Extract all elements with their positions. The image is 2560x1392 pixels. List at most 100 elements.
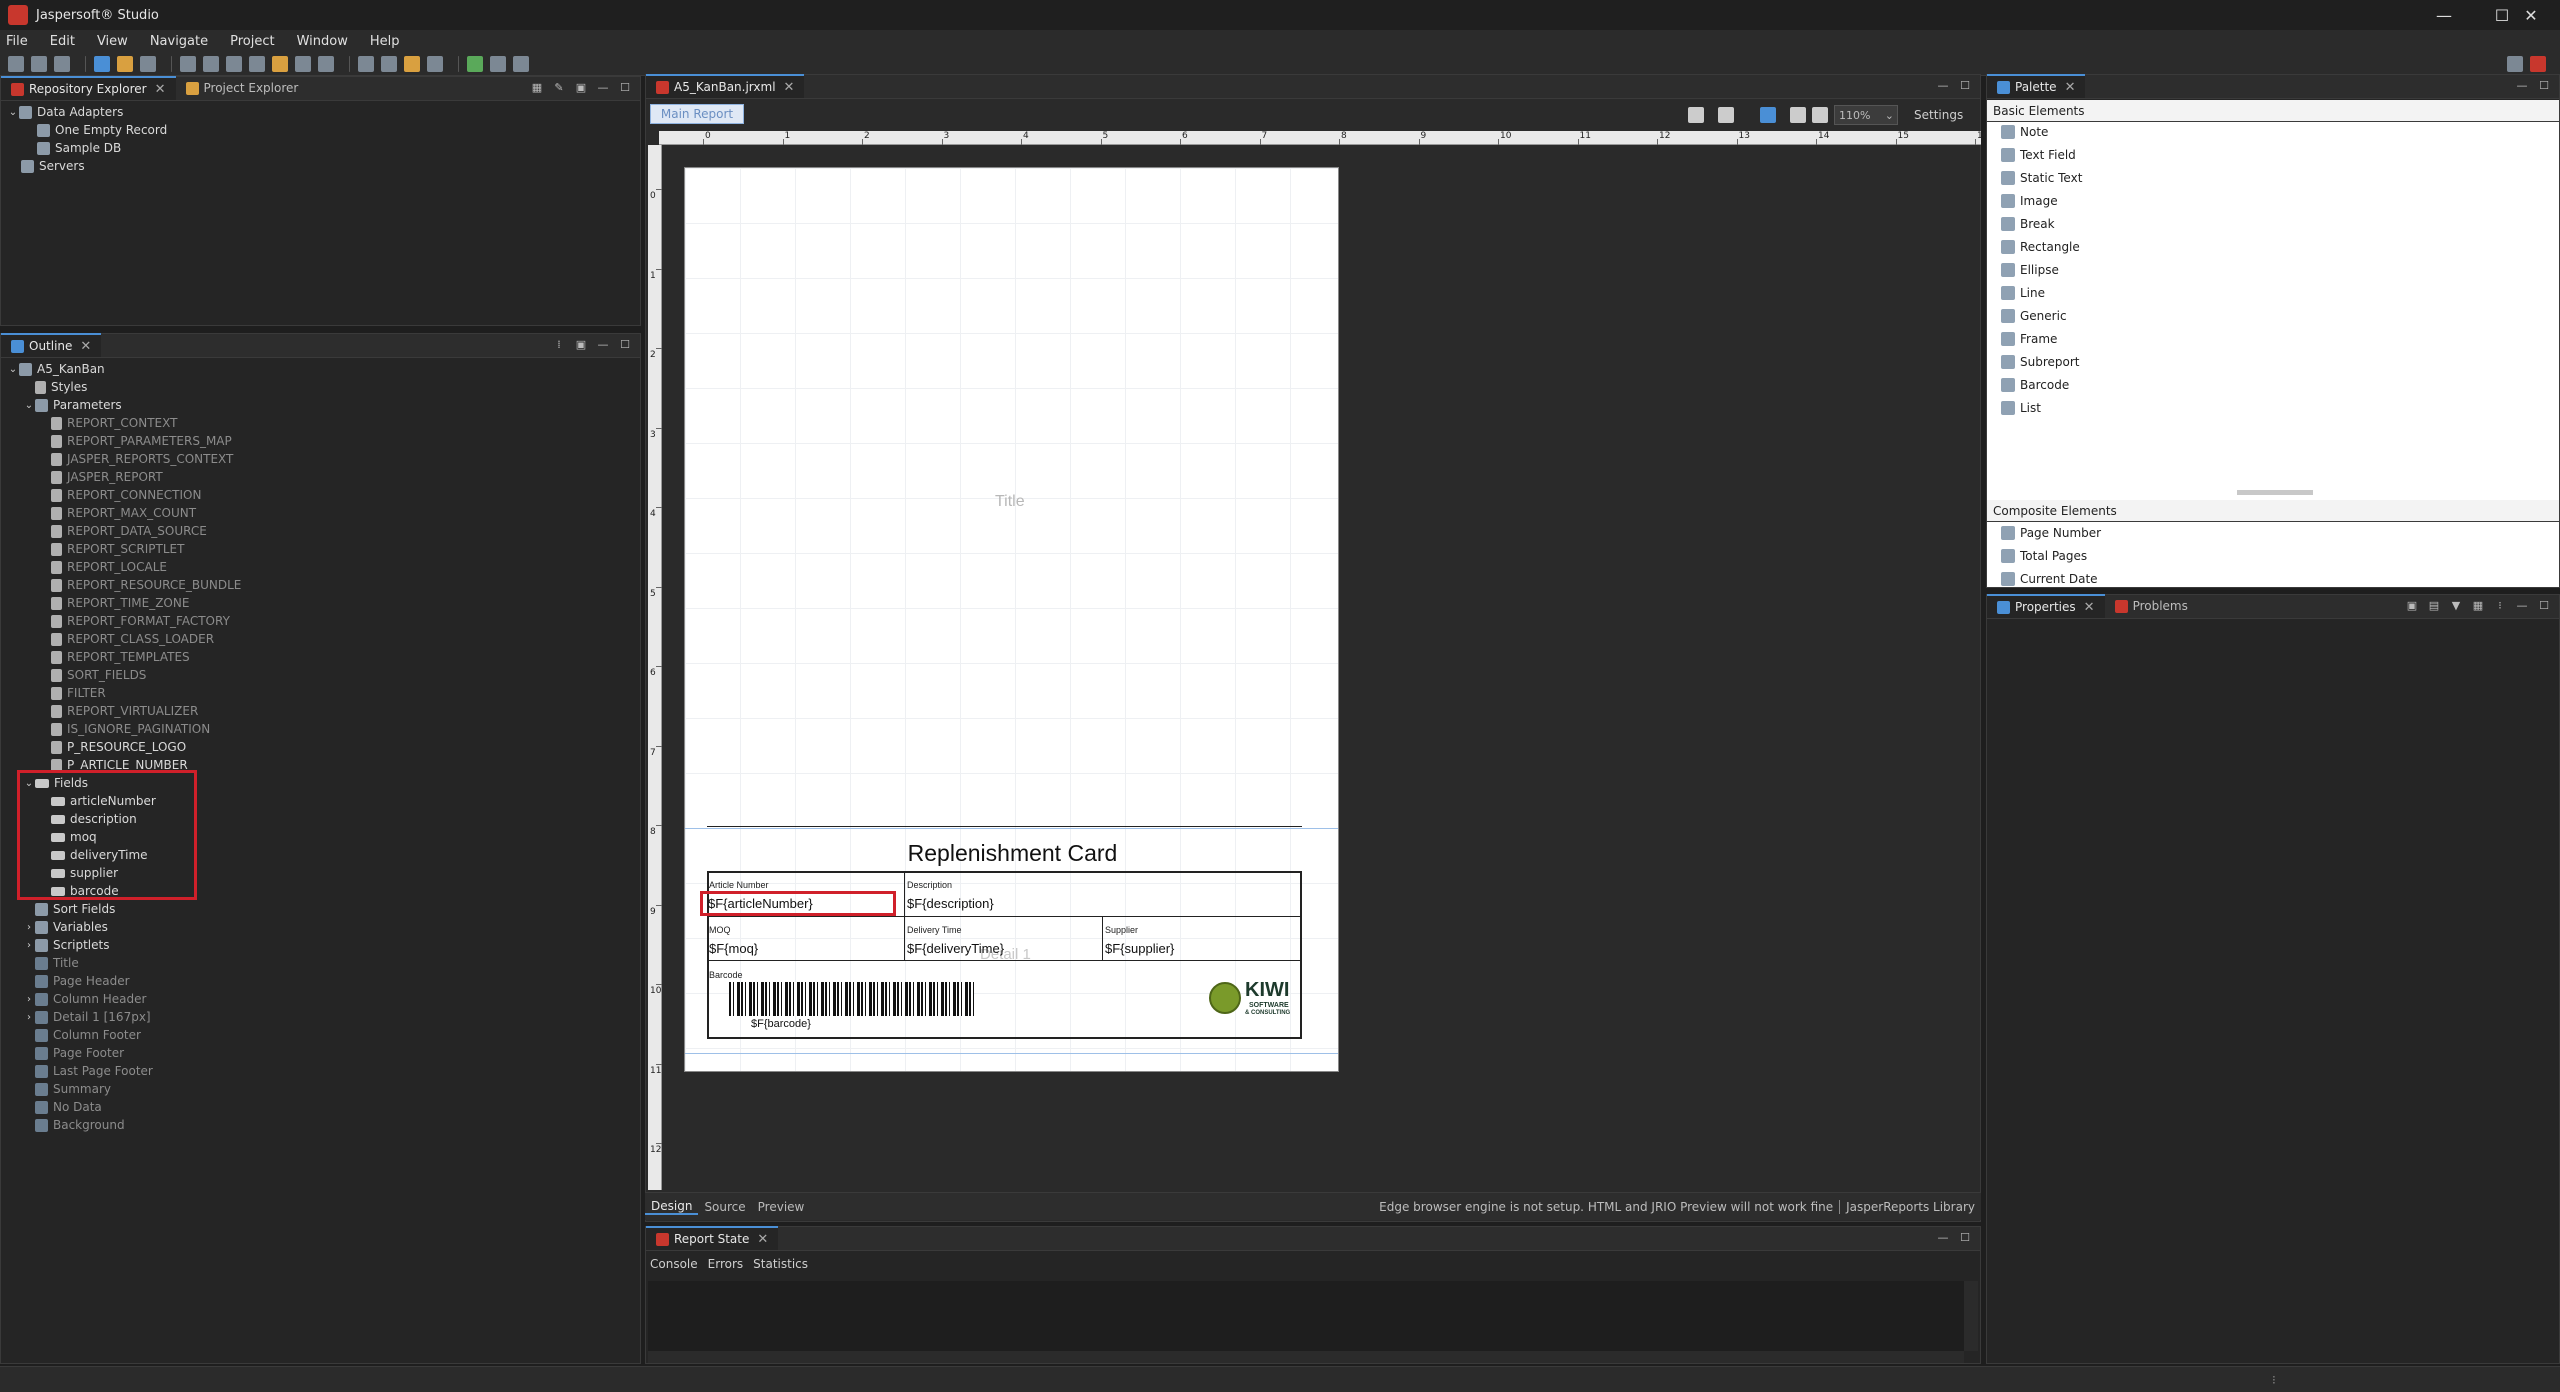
palette-item[interactable]: Static Text (2001, 168, 2082, 188)
tab-problems[interactable]: Problems (2105, 594, 2198, 618)
tree-node-parameter[interactable]: REPORT_TEMPLATES (39, 648, 190, 666)
next-edit-icon[interactable] (427, 55, 443, 72)
palette-item[interactable]: Page Number (2001, 523, 2101, 543)
palette-scrollbar[interactable] (2237, 490, 2313, 495)
tree-node-parameter[interactable]: FILTER (39, 684, 106, 702)
delivery-caption[interactable]: Delivery Time (907, 925, 962, 935)
tree-node-parameter[interactable]: REPORT_CLASS_LOADER (39, 630, 214, 648)
run-icon[interactable] (117, 55, 133, 72)
menu-help[interactable]: Help (370, 34, 400, 49)
tree-node[interactable]: ⌄ Data Adapters (7, 103, 124, 121)
tree-node-band[interactable]: › Column Header (23, 990, 146, 1008)
menu-navigate[interactable]: Navigate (150, 34, 208, 49)
pin-icon[interactable]: ▣ (2405, 599, 2419, 613)
publish-icon[interactable] (180, 55, 196, 72)
palette-item[interactable]: Rectangle (2001, 237, 2080, 257)
edit-icon[interactable]: ✎ (552, 81, 566, 95)
horizontal-scrollbar[interactable] (648, 1351, 1964, 1363)
close-tab-icon[interactable]: ✕ (757, 1232, 768, 1247)
palette-item[interactable]: Subreport (2001, 352, 2080, 372)
maximize-panel-icon[interactable]: ☐ (2537, 79, 2551, 93)
tree-node-band[interactable]: › Scriptlets (23, 936, 109, 954)
tree-node-parameter[interactable]: REPORT_MAX_COUNT (39, 504, 196, 522)
tree-node-parameter[interactable]: REPORT_TIME_ZONE (39, 594, 189, 612)
grid-icon[interactable] (1718, 107, 1734, 123)
minimize-panel-icon[interactable]: — (596, 338, 610, 352)
tab-editor-file[interactable]: A5_KanBan.jrxml ✕ (646, 74, 805, 98)
report-design-perspective-icon[interactable] (2530, 55, 2546, 72)
maximize-panel-icon[interactable]: ☐ (1958, 79, 1972, 93)
palette-item[interactable]: Current Date (2001, 569, 2098, 589)
palette-item[interactable]: List (2001, 398, 2041, 418)
tree-node[interactable]: Servers (21, 157, 85, 175)
dataset-icon[interactable] (203, 55, 219, 72)
menu-view[interactable]: View (97, 34, 128, 49)
close-tab-icon[interactable]: ✕ (784, 80, 795, 95)
tree-node-band[interactable]: Last Page Footer (23, 1062, 153, 1080)
kiwi-logo[interactable]: KIWI SOFTWARE & CONSULTING (1209, 976, 1299, 1030)
supplier-field[interactable]: $F{supplier} (1105, 941, 1174, 956)
new-adapter-icon[interactable]: ▦ (530, 81, 544, 95)
menu-project[interactable]: Project (230, 34, 274, 49)
palette-item[interactable]: Generic (2001, 306, 2067, 326)
palette-item[interactable]: Image (2001, 191, 2058, 211)
save-all-icon[interactable] (54, 55, 70, 72)
close-tab-icon[interactable]: ✕ (155, 82, 166, 97)
barcode-field[interactable]: $F{barcode} (751, 1018, 811, 1030)
tree-node-parameter[interactable]: REPORT_DATA_SOURCE (39, 522, 207, 540)
minimize-panel-icon[interactable]: — (2515, 79, 2529, 93)
collapse-all-icon[interactable]: ▣ (574, 338, 588, 352)
tree-node-band[interactable]: Page Header (23, 972, 130, 990)
settings-button[interactable]: Settings (1914, 108, 1963, 122)
tree-node-parameter[interactable]: REPORT_RESOURCE_BUNDLE (39, 576, 241, 594)
tree-node-parameter[interactable]: JASPER_REPORT (39, 468, 163, 486)
menu-window[interactable]: Window (297, 34, 348, 49)
tree-node-parameter[interactable]: REPORT_CONNECTION (39, 486, 201, 504)
moq-caption[interactable]: MOQ (709, 925, 731, 935)
tree-node-band[interactable]: › Variables (23, 918, 108, 936)
chevron-down-icon[interactable]: ⌄ (7, 107, 19, 118)
import-icon[interactable]: ▣ (574, 81, 588, 95)
tree-node-parameter[interactable]: REPORT_LOCALE (39, 558, 167, 576)
zoom-out-icon[interactable] (1812, 107, 1828, 123)
tab-project-explorer[interactable]: Project Explorer (176, 76, 309, 100)
close-icon[interactable]: ✕ (2502, 0, 2560, 30)
advanced-icon[interactable]: ▦ (2471, 599, 2485, 613)
export-icon[interactable] (295, 55, 311, 72)
prev-edit-icon[interactable] (404, 55, 420, 72)
tree-node-parameter[interactable]: REPORT_PARAMETERS_MAP (39, 432, 232, 450)
layout-icon[interactable] (318, 55, 334, 72)
table-icon[interactable] (226, 55, 242, 72)
palette-item[interactable]: Ellipse (2001, 260, 2059, 280)
tree-node-parameter[interactable]: SORT_FIELDS (39, 666, 146, 684)
tab-source[interactable]: Source (698, 1200, 751, 1214)
tree-node-parameter[interactable]: REPORT_SCRIPTLET (39, 540, 184, 558)
tree-node-band[interactable]: › Detail 1 [167px] (23, 1008, 151, 1026)
minimize-panel-icon[interactable]: — (1936, 79, 1950, 93)
close-tab-icon[interactable]: ✕ (2084, 600, 2095, 615)
tab-errors[interactable]: Errors (708, 1257, 744, 1271)
minimize-icon[interactable]: — (2415, 0, 2473, 30)
palette-section-composite[interactable]: Composite Elements (1987, 500, 2559, 522)
palette-item[interactable]: Barcode (2001, 375, 2069, 395)
menu-file[interactable]: File (6, 34, 28, 49)
card-title[interactable]: Replenishment Card (685, 840, 1338, 867)
maximize-panel-icon[interactable]: ☐ (618, 338, 632, 352)
tree-node-parameter[interactable]: REPORT_FORMAT_FACTORY (39, 612, 230, 630)
tree-node-parameters[interactable]: ⌄ Parameters (23, 396, 122, 414)
open-perspective-icon[interactable] (2507, 55, 2523, 72)
tree-node-band[interactable]: Summary (23, 1080, 111, 1098)
tree-node-band[interactable]: Background (23, 1116, 125, 1134)
tree-node-styles[interactable]: Styles (23, 378, 87, 396)
article-field[interactable]: $F{articleNumber} (708, 896, 813, 911)
minimize-panel-icon[interactable]: — (2515, 599, 2529, 613)
close-tab-icon[interactable]: ✕ (80, 339, 91, 354)
maximize-panel-icon[interactable]: ☐ (2537, 599, 2551, 613)
tab-design[interactable]: Design (645, 1199, 699, 1215)
image-icon[interactable] (467, 55, 483, 72)
tree-node-band[interactable]: No Data (23, 1098, 102, 1116)
palette-item[interactable]: Line (2001, 283, 2045, 303)
filter-icon[interactable]: ▼ (2449, 599, 2463, 613)
maximize-panel-icon[interactable]: ☐ (618, 81, 632, 95)
tree-node-parameter[interactable]: P_RESOURCE_LOGO (39, 738, 186, 756)
